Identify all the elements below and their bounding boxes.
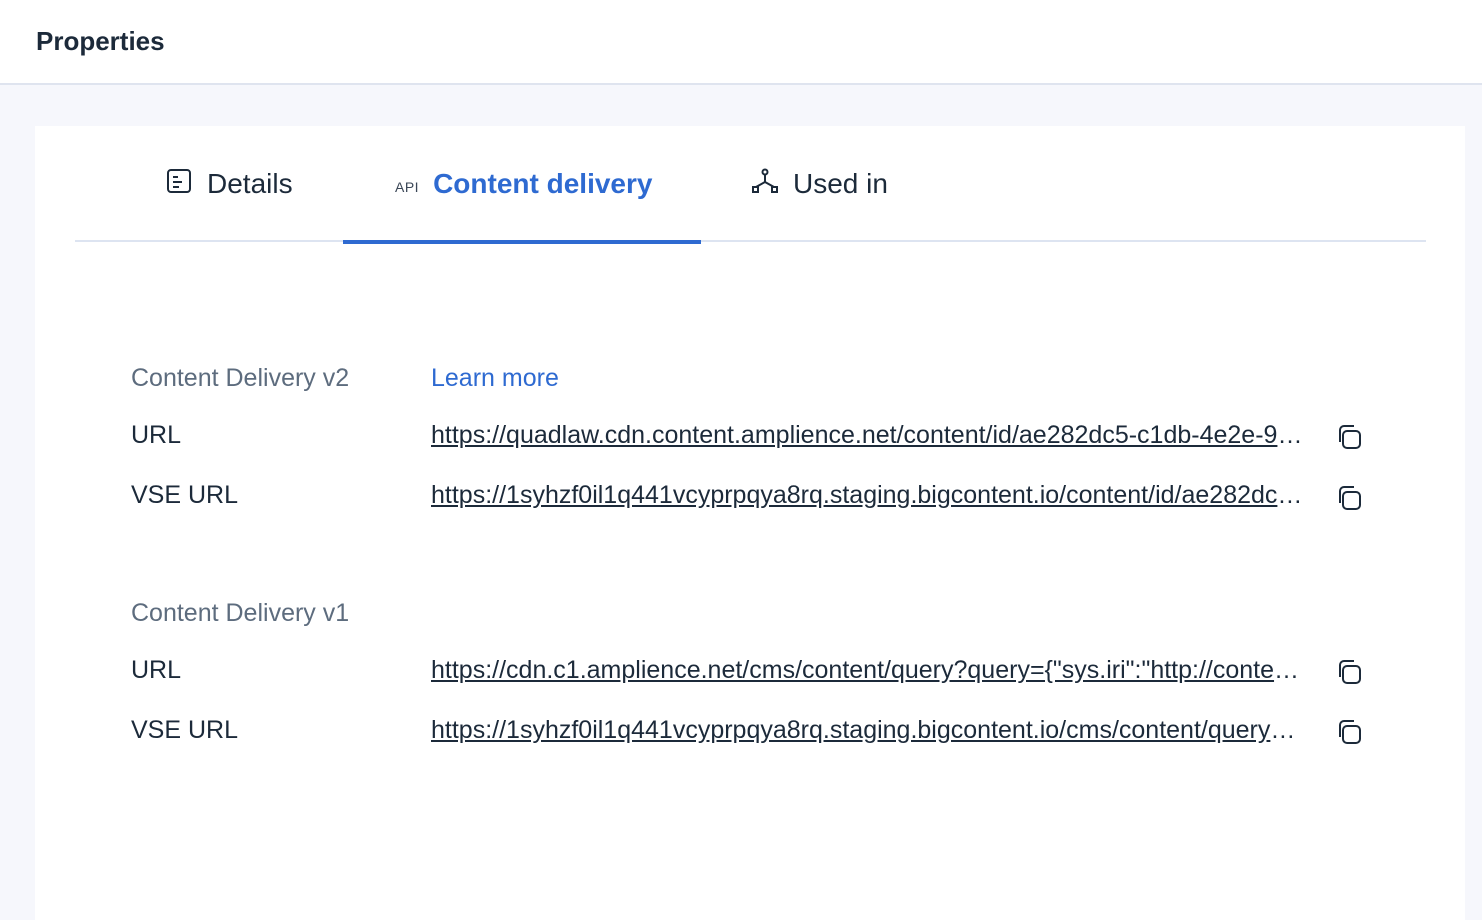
v2-url-label: URL (131, 421, 182, 449)
properties-panel: Details API Content delivery Used in Con… (35, 126, 1465, 920)
section-title-v2: Content Delivery v2 (131, 364, 350, 392)
header-bar: Properties (0, 0, 1482, 85)
page-title: Properties (36, 26, 165, 56)
tab-bar: Details API Content delivery Used in (75, 126, 1426, 244)
learn-more-link[interactable]: Learn more (431, 364, 559, 393)
copy-icon[interactable] (1335, 717, 1365, 747)
tab-content-delivery[interactable]: API Content delivery (343, 126, 701, 244)
copy-icon[interactable] (1335, 657, 1365, 687)
v2-vse-url-label: VSE URL (131, 481, 238, 509)
tab-content-delivery-label: Content delivery (433, 168, 653, 199)
v1-url-label: URL (131, 656, 182, 684)
v1-url-link[interactable]: https://cdn.c1.amplience.net/cms/content… (431, 656, 1303, 685)
copy-icon[interactable] (1335, 422, 1365, 452)
v1-vse-url-label: VSE URL (131, 716, 238, 744)
tab-used-in-label: Used in (793, 168, 888, 199)
v1-vse-url-link[interactable]: https://1syhzf0il1q441vcyprpqya8rq.stagi… (431, 716, 1303, 745)
api-icon: API (395, 179, 420, 195)
tab-details-label: Details (207, 168, 293, 199)
v2-vse-url-link[interactable]: https://1syhzf0il1q441vcyprpqya8rq.stagi… (431, 481, 1303, 510)
section-title-v1: Content Delivery v1 (131, 599, 350, 627)
tab-details[interactable]: Details (165, 126, 293, 242)
tab-used-in[interactable]: Used in (751, 126, 888, 242)
v2-url-link[interactable]: https://quadlaw.cdn.content.amplience.ne… (431, 421, 1303, 450)
hierarchy-icon (751, 167, 779, 202)
document-list-icon (165, 167, 193, 202)
copy-icon[interactable] (1335, 483, 1365, 513)
